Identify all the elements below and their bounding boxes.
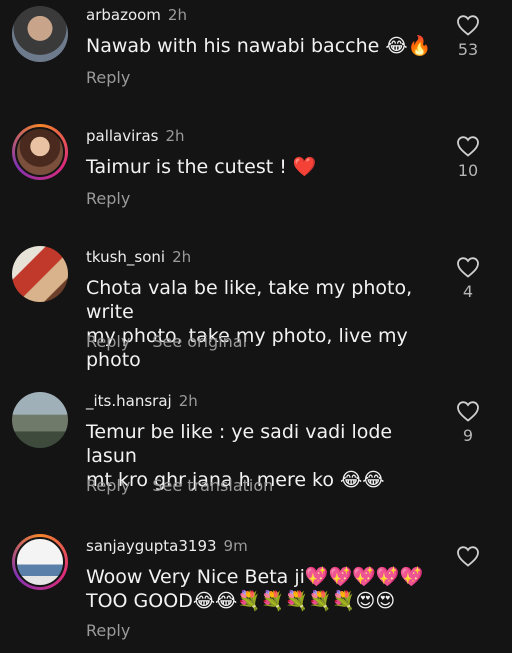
comment-text-line: Woow Very Nice Beta ji💖💖💖💖💖 [86,566,424,588]
avatar[interactable] [12,6,68,62]
comment-item: sanjaygupta3193 9m Woow Very Nice Beta ji… [0,531,512,653]
comment-item: tkush_soni 2h Chota vala be like, take my… [0,242,512,382]
comment-username[interactable]: sanjaygupta3193 [86,537,217,555]
comment-item: pallaviras 2h Taimur is the cutest ! ❤️ R… [0,121,512,241]
heart-outline-icon [457,401,479,422]
comment-text-line: Taimur is the cutest ! ❤️ [86,156,317,178]
comment-item: arbazoom 2h Nawab with his nawabi bacche … [0,0,512,120]
comment-username[interactable]: pallaviras [86,127,158,145]
comment-text-line: Chota vala be like, take my photo, write [86,277,413,323]
comment-timestamp: 2h [167,6,187,24]
comment-username[interactable]: arbazoom [86,6,161,24]
comment-text-line: Nawab with his nawabi bacche 😂🔥 [86,35,432,57]
comment-username[interactable]: _its.hansraj [86,392,172,410]
avatar[interactable] [12,124,68,180]
like-button[interactable]: 4 [448,256,488,301]
comment-timestamp: 2h [165,127,185,145]
heart-outline-icon [457,15,479,36]
avatar[interactable] [12,246,68,302]
comment-item: _its.hansraj 2h Temur be like : ye sadi v… [0,386,512,526]
avatar[interactable] [12,534,68,590]
avatar[interactable] [12,392,68,448]
like-button[interactable]: 53 [448,14,488,59]
like-button[interactable] [448,545,488,571]
comment-timestamp: 2h [178,392,198,410]
like-count: 9 [462,426,474,445]
like-count: 10 [457,161,479,180]
like-button[interactable]: 10 [448,135,488,180]
like-count: 4 [462,282,474,301]
see-original-button[interactable]: See original [152,332,247,351]
heart-outline-icon [457,257,479,278]
comment-timestamp: 9m [223,537,248,555]
heart-outline-icon [457,546,479,567]
comment-text-line: TOO GOOD😂😂💐💐💐💐💐😍😍 [86,590,396,612]
like-button[interactable]: 9 [448,400,488,445]
reply-button[interactable]: Reply [86,476,130,495]
reply-button[interactable]: Reply [86,621,130,640]
comment-username[interactable]: tkush_soni [86,248,165,266]
comment-text: Chota vala be like, take my photo, write… [86,276,446,372]
comment-text: Nawab with his nawabi bacche 😂🔥 [86,34,446,58]
comment-text: Taimur is the cutest ! ❤️ [86,155,446,179]
like-count: 53 [457,40,479,59]
reply-button[interactable]: Reply [86,332,130,351]
comment-text: Woow Very Nice Beta ji💖💖💖💖💖 TOO GOOD😂😂💐💐… [86,565,446,613]
reply-button[interactable]: Reply [86,189,130,208]
reply-button[interactable]: Reply [86,68,130,87]
comment-timestamp: 2h [172,248,192,266]
heart-outline-icon [457,136,479,157]
see-translation-button[interactable]: See translation [152,476,273,495]
comment-text-line: Temur be like : ye sadi vadi lode lasun [86,421,393,467]
